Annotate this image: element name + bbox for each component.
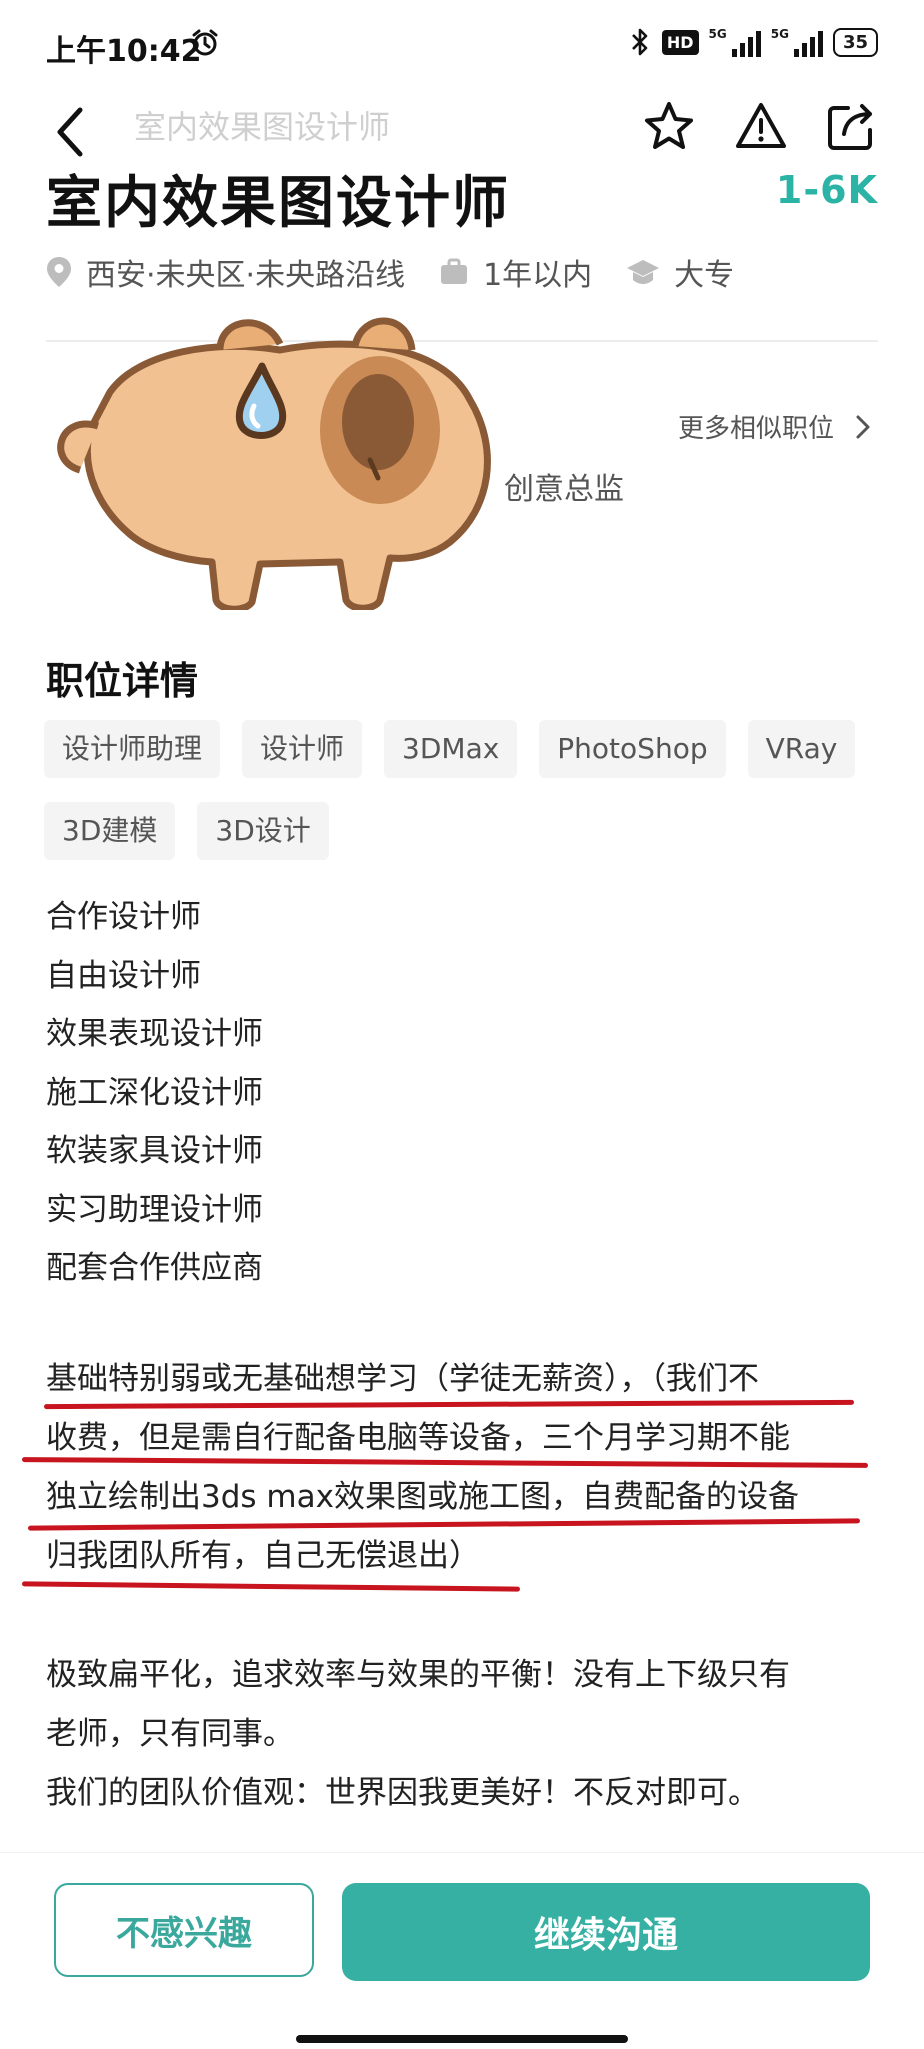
briefcase-icon [441,258,468,284]
signal-icon-1: 5G [709,27,761,57]
tag-row: 3D建模 3D设计 [44,802,894,860]
position-item: 效果表现设计师 [46,1016,263,1052]
share-icon[interactable] [822,98,880,156]
status-bar: 上午10:42 HD 5G 5G 35 [0,0,924,90]
status-indicators: HD 5G 5G 35 [628,26,878,58]
job-title: 室内效果图设计师 [46,171,510,236]
position-item: 合作设计师 [46,899,201,935]
bluetooth-icon [631,28,648,56]
network-type-2: 5G [770,27,789,41]
nav-title: 室内效果图设计师 [134,108,391,146]
recruiter-role: 创意总监 [504,472,624,507]
signal-icon-2: 5G [771,27,823,57]
skill-tag: VRay [747,720,856,778]
culture-line: 老师，只有同事。 [46,1716,294,1752]
skill-tag: 设计师助理 [44,720,221,778]
not-interested-button[interactable]: 不感兴趣 [54,1883,314,1977]
position-item: 施工深化设计师 [46,1074,263,1111]
skill-tag: 设计师 [242,720,363,778]
position-item: 自由设计师 [46,957,201,994]
skill-tag: 3D设计 [197,802,329,860]
location-meta: 西安·未央区·未央路沿线 [46,250,405,294]
hd-badge: HD [661,29,699,55]
skill-tag: 3D建模 [44,802,176,860]
back-icon[interactable] [50,104,90,160]
report-icon[interactable] [732,98,790,156]
experience-meta: 1年以内 [439,250,592,294]
team-culture-paragraph: 极致扁平化，追求效率与效果的平衡！没有上下级只有 老师，只有同事。 我们的团队价… [46,1646,886,1823]
culture-line: 我们的团队价值观：世界因我更美好！不反对即可。 [46,1775,759,1811]
education-text: 大专 [674,258,735,293]
more-similar-jobs-link[interactable]: 更多相似职位 [678,408,878,445]
graduation-cap-icon [627,260,660,284]
position-list: 合作设计师 自由设计师 效果表现设计师 施工深化设计师 软装家具设计师 实习助理… [46,888,886,1298]
skill-tag: 3DMax [384,720,518,778]
tag-row: 设计师助理 设计师 3DMax PhotoShop VRay [44,720,894,778]
location-icon [47,257,71,287]
location-text: 西安·未央区·未央路沿线 [86,258,406,293]
job-details-title: 职位详情 [46,659,199,703]
star-icon[interactable] [640,98,698,156]
more-similar-label: 更多相似职位 [677,414,834,444]
culture-line: 极致扁平化，追求效率与效果的平衡！没有上下级只有 [46,1657,790,1693]
terms-paragraph: 基础特别弱或无基础想学习（学徒无薪资），（我们不 收费，但是需自行配备电脑等设备… [46,1350,886,1586]
position-item: 实习助理设计师 [46,1191,263,1228]
network-type-1: 5G [708,27,727,41]
alarm-icon [192,29,218,56]
skill-tag: PhotoShop [539,720,726,778]
home-indicator[interactable] [296,2035,628,2043]
bottom-action-bar: 不感兴趣 继续沟通 [0,1852,924,2049]
salary-range: 1-6K [775,168,878,212]
status-time: 上午10:42 [46,34,202,69]
recruiter-sticker-image [57,317,491,610]
continue-chat-button[interactable]: 继续沟通 [342,1883,870,1981]
battery-indicator: 35 [832,27,878,57]
terms-line: 独立绘制出3ds max效果图或施工图，自费配备的设备 [46,1479,799,1515]
skill-tags: 设计师助理 设计师 3DMax PhotoShop VRay 3D建模 3D设计 [44,720,894,884]
terms-line: 归我团队所有，自己无偿退出） [46,1538,480,1574]
job-meta-row: 西安·未央区·未央路沿线 1年以内 大专 [46,250,768,294]
position-item: 软装家具设计师 [46,1133,263,1169]
chevron-right-icon [856,415,870,438]
education-meta: 大专 [626,250,734,294]
position-item: 配套合作供应商 [46,1250,263,1286]
experience-text: 1年以内 [483,258,593,293]
